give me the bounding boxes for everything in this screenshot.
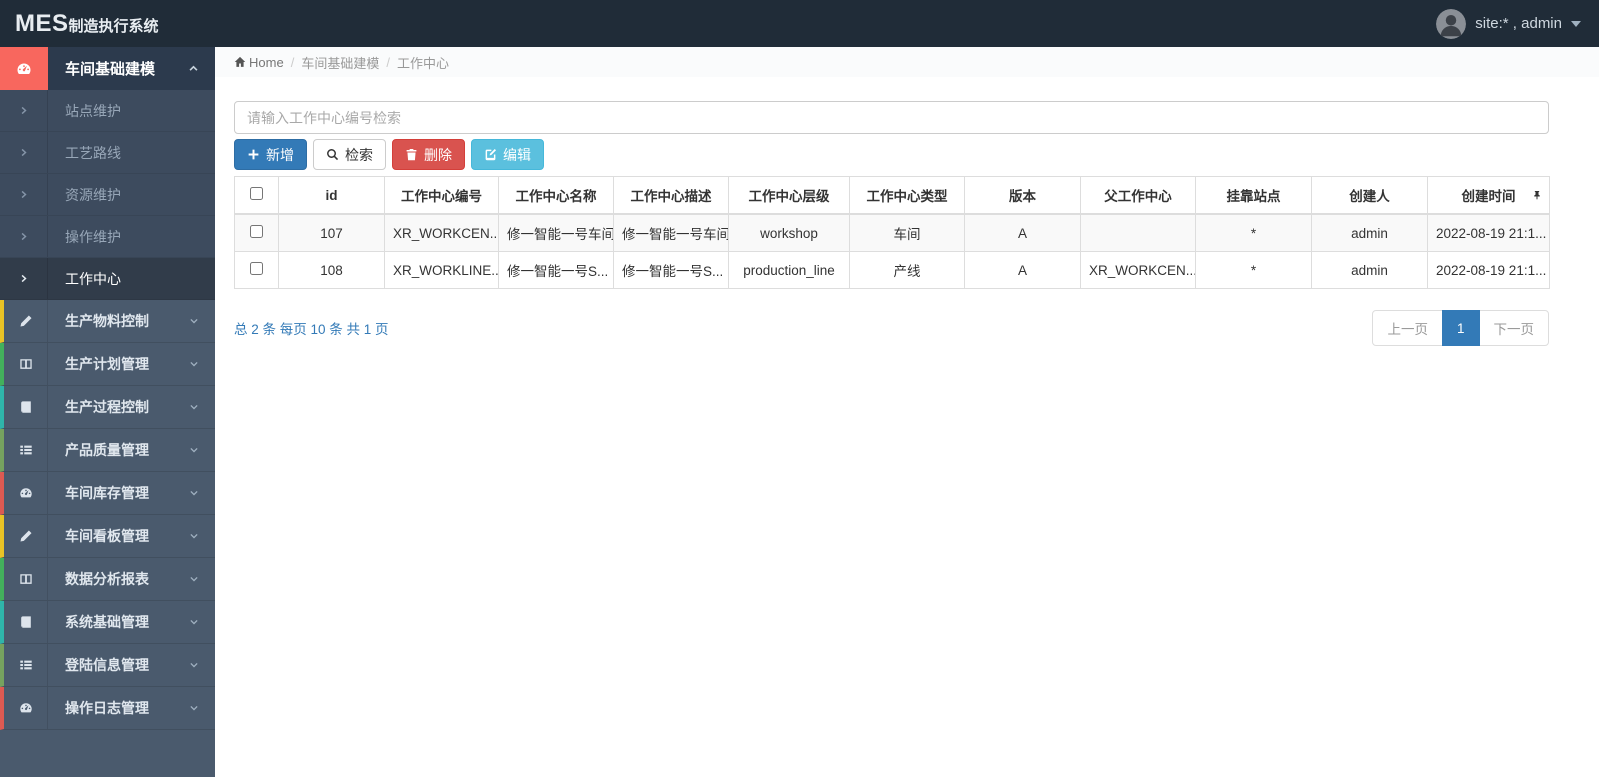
chevron-right-icon — [0, 258, 48, 299]
plus-icon — [247, 148, 260, 161]
gauge-icon — [0, 47, 48, 90]
chevron-right-icon — [0, 132, 48, 173]
breadcrumb-level1[interactable]: 车间基础建模 — [301, 53, 379, 72]
column-header-level: 工作中心层级 — [728, 176, 850, 215]
delete-button[interactable]: 删除 — [392, 139, 465, 170]
row-checkbox-cell — [234, 213, 279, 252]
work-center-table: id 工作中心编号 工作中心名称 工作中心描述 工作中心层级 工作中心类型 版本… — [234, 176, 1550, 289]
sidebar-item-system-basic-management[interactable]: 系统基础管理 — [0, 601, 215, 644]
sidebar-item-production-material-control[interactable]: 生产物料控制 — [0, 300, 215, 343]
chevron-down-icon — [189, 316, 199, 326]
breadcrumb-home-link[interactable]: Home — [234, 55, 284, 70]
app-logo: MES制造执行系统 — [0, 10, 159, 38]
page-1-button[interactable]: 1 — [1441, 310, 1480, 346]
chevron-down-icon — [189, 488, 199, 498]
prev-page-button[interactable]: 上一页 — [1372, 310, 1443, 346]
search-button[interactable]: 检索 — [313, 139, 386, 170]
column-header-created-time: 创建时间 — [1427, 176, 1550, 215]
sidebar-item-work-center[interactable]: 工作中心 — [0, 258, 215, 300]
sidebar-item-operation-log-management[interactable]: 操作日志管理 — [0, 687, 215, 730]
chevron-down-icon — [189, 660, 199, 670]
table-header-row: id 工作中心编号 工作中心名称 工作中心描述 工作中心层级 工作中心类型 版本… — [234, 176, 1550, 215]
column-header-version: 版本 — [964, 176, 1081, 215]
sidebar-item-resource-maintenance[interactable]: 资源维护 — [0, 174, 215, 216]
pencil-icon — [4, 300, 48, 342]
chevron-down-icon — [189, 359, 199, 369]
search-icon — [326, 148, 339, 161]
column-header-site: 挂靠站点 — [1195, 176, 1312, 215]
column-header-id: id — [278, 176, 385, 215]
book-icon — [4, 601, 48, 643]
search-input[interactable] — [234, 101, 1549, 134]
add-button[interactable]: 新增 — [234, 139, 307, 170]
home-icon — [234, 56, 246, 68]
sidebar: 车间基础建模 站点维护 工艺路线 资源维护 操作维护 工作中心 生产物料控制 生… — [0, 47, 215, 777]
edit-icon — [484, 148, 497, 161]
chevron-right-icon — [0, 216, 48, 257]
sidebar-submenu: 站点维护 工艺路线 资源维护 操作维护 工作中心 — [0, 90, 215, 300]
column-header-code: 工作中心编号 — [384, 176, 499, 215]
gauge-icon — [4, 472, 48, 514]
column-header-description: 工作中心描述 — [613, 176, 729, 215]
top-navbar: MES制造执行系统 site:* , admin — [0, 0, 1599, 47]
chevron-right-icon — [0, 174, 48, 215]
edit-button[interactable]: 编辑 — [471, 139, 544, 170]
toolbar: 新增 检索 删除 编辑 — [234, 139, 1549, 170]
app-logo-text: 制造执行系统 — [68, 17, 159, 35]
breadcrumb-separator: / — [386, 54, 390, 70]
sidebar-item-site-maintenance[interactable]: 站点维护 — [0, 90, 215, 132]
chevron-down-icon — [189, 402, 199, 412]
chevron-down-icon — [189, 574, 199, 584]
pin-icon[interactable] — [1532, 190, 1542, 201]
sidebar-item-data-analysis-report[interactable]: 数据分析报表 — [0, 558, 215, 601]
column-header-parent: 父工作中心 — [1080, 176, 1196, 215]
columns-icon — [4, 558, 48, 600]
sidebar-group-label: 车间基础建模 — [65, 61, 156, 78]
chevron-down-icon — [189, 531, 199, 541]
user-label: site:* , admin — [1475, 15, 1562, 32]
row-checkbox-cell — [234, 251, 279, 289]
app-logo-bold: MES — [15, 9, 69, 37]
list-icon — [4, 644, 48, 686]
table-row[interactable]: 108 XR_WORKLINE... 修一智能一号S... 修一智能一号S...… — [234, 251, 1550, 289]
sidebar-item-workshop-inventory-management[interactable]: 车间库存管理 — [0, 472, 215, 515]
column-header-type: 工作中心类型 — [849, 176, 965, 215]
chevron-right-icon — [0, 90, 48, 131]
pagination-controls: 上一页 1 下一页 — [1372, 310, 1549, 346]
sidebar-group-workshop-modeling[interactable]: 车间基础建模 — [0, 47, 215, 90]
table-row[interactable]: 107 XR_WORKCEN... 修一智能一号车间 修一智能一号车间 work… — [234, 213, 1550, 252]
sidebar-item-workshop-kanban-management[interactable]: 车间看板管理 — [0, 515, 215, 558]
user-menu[interactable]: site:* , admin — [1436, 8, 1581, 39]
column-header-creator: 创建人 — [1311, 176, 1428, 215]
breadcrumb: Home / 车间基础建模 / 工作中心 — [215, 47, 1599, 77]
gauge-icon — [4, 687, 48, 729]
row-checkbox[interactable] — [250, 262, 263, 275]
next-page-button[interactable]: 下一页 — [1478, 310, 1549, 346]
pagination-summary: 总 2 条 每页 10 条 共 1 页 — [234, 322, 389, 337]
breadcrumb-current: 工作中心 — [396, 55, 449, 71]
sidebar-item-production-plan-management[interactable]: 生产计划管理 — [0, 343, 215, 386]
columns-icon — [4, 343, 48, 385]
column-header-name: 工作中心名称 — [498, 176, 614, 215]
chevron-down-icon — [189, 703, 199, 713]
trash-icon — [405, 148, 418, 161]
sidebar-item-login-info-management[interactable]: 登陆信息管理 — [0, 644, 215, 687]
row-checkbox[interactable] — [250, 225, 263, 238]
chevron-down-icon — [189, 617, 199, 627]
chevron-up-icon — [188, 63, 199, 74]
pencil-icon — [4, 515, 48, 557]
caret-down-icon — [1571, 20, 1581, 27]
sidebar-item-operation-maintenance[interactable]: 操作维护 — [0, 216, 215, 258]
sidebar-item-product-quality-management[interactable]: 产品质量管理 — [0, 429, 215, 472]
select-all-checkbox[interactable] — [250, 187, 263, 200]
list-icon — [4, 429, 48, 471]
book-icon — [4, 386, 48, 428]
user-avatar — [1436, 8, 1467, 39]
header-checkbox-cell — [234, 176, 279, 215]
sidebar-item-production-process-control[interactable]: 生产过程控制 — [0, 386, 215, 429]
sidebar-item-process-route[interactable]: 工艺路线 — [0, 132, 215, 174]
pagination-bar: 总 2 条 每页 10 条 共 1 页 上一页 1 下一页 — [234, 310, 1549, 346]
breadcrumb-separator: / — [290, 54, 295, 70]
chevron-down-icon — [189, 445, 199, 455]
